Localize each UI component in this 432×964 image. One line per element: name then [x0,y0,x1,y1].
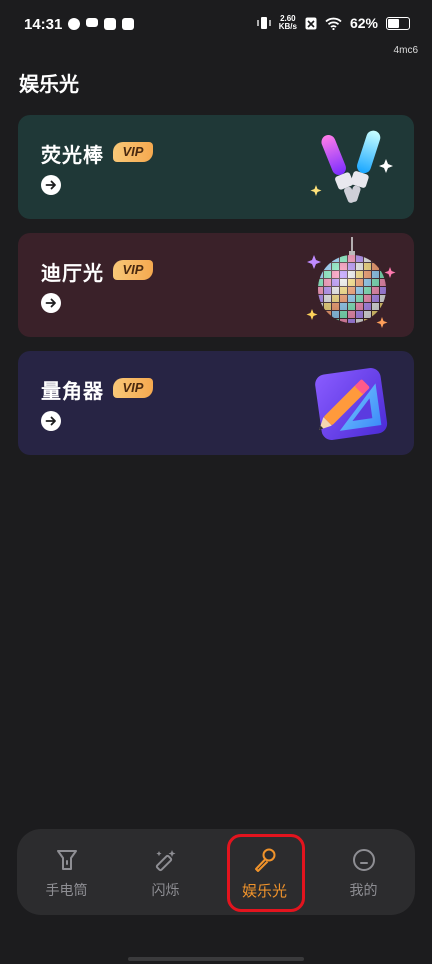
card-title: 量角器 [41,379,104,403]
tab-label: 手电筒 [45,883,88,899]
arrow-right-icon[interactable] [41,293,61,313]
tab-label: 我的 [349,883,378,899]
magic-wand-icon [155,850,176,872]
battery-percent: 62% [349,15,378,31]
tab-flashlight[interactable]: 手电筒 [17,829,116,915]
vip-badge: VIP [113,378,153,398]
card-title: 荧光棒 [41,143,104,167]
arrow-right-icon[interactable] [41,411,61,431]
card-protractor[interactable]: 量角器 VIP [18,351,414,455]
check-circle-icon [68,18,80,30]
vip-badge: VIP [113,260,153,280]
crown-icon [86,18,98,27]
page-title: 娱乐光 [19,72,79,96]
flashlight-icon [57,850,77,870]
disco-ball-icon [306,237,396,328]
notification-icons [68,18,134,30]
bottom-tab-bar: 手电筒 闪烁 娱乐光 我的 [17,829,415,915]
card-title: 迪厅光 [41,261,104,285]
tab-label: 闪烁 [151,883,180,899]
system-indicators: 2.60 KB/s 62% [257,15,410,31]
tab-profile[interactable]: 我的 [314,829,413,915]
tab-flash[interactable]: 闪烁 [116,829,215,915]
app-notification-icon [122,18,134,30]
network-speed-unit: KB/s [278,22,297,31]
play-app-icon [104,18,116,30]
vibrate-icon [257,17,271,29]
wifi-icon [325,17,342,30]
vip-badge: VIP [113,142,153,162]
protractor-pencil-icon [315,368,388,440]
status-time: 14:31 [24,16,63,33]
status-bar: 14:31 2.60 KB/s 62% [0,0,432,48]
glow-sticks-icon [310,130,393,203]
card-disco-light[interactable]: 迪厅光 VIP [18,233,414,337]
device-tag: 4mc6 [393,45,418,56]
card-glow-stick[interactable]: 荧光棒 VIP [18,115,414,219]
arrow-right-icon[interactable] [41,175,61,195]
battery-icon [386,16,410,30]
annotation-highlight-box [227,834,305,912]
home-indicator[interactable] [128,957,304,961]
sim-off-icon [305,17,317,29]
network-speed: 2.60 KB/s [279,15,297,31]
profile-icon [353,849,375,871]
